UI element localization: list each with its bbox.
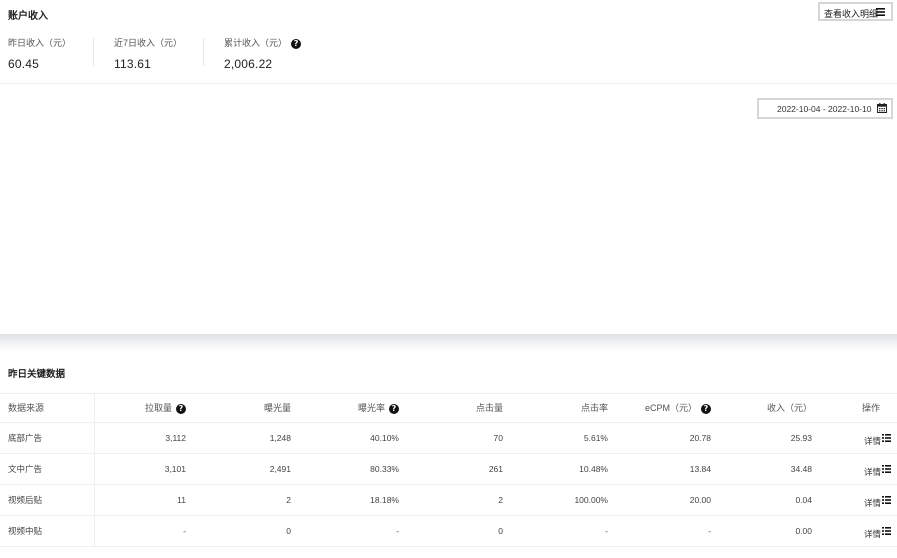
cell-clicks: 2 [403,484,507,516]
stat-label: 累计收入（元） [224,38,288,48]
list-icon [882,464,892,475]
stat-total-income: 累计收入（元）? 2,006.22 [224,36,302,71]
cell-source: 视频后贴 [0,484,95,516]
stat-7day-income: 近7日收入（元） 113.61 [114,36,182,71]
cell-impressions: 1,248 [192,422,297,454]
cell-pull: 3,112 [94,422,192,454]
cell-ecpm: - [612,515,716,547]
date-range-value: 2022-10-04 - 2022-10-10 [777,104,872,114]
list-icon [882,495,892,506]
table-row: 文中广告 3,101 2,491 80.33% 261 10.48% 13.84… [0,453,897,485]
column-header-impressions: 曝光量 [192,394,297,423]
view-income-detail-button[interactable]: 查看收入明细 [818,2,893,21]
column-header-revenue: 收入（元） [716,394,819,423]
cell-impressions: 0 [192,515,297,547]
detail-link[interactable]: 详情 [864,491,892,509]
table-header-row: 数据来源 拉取量? 曝光量 曝光率? 点击量 点击率 eCPM（元）? 收入（元… [0,394,897,423]
cell-ctr: 100.00% [507,484,612,516]
cell-ctr: 5.61% [507,422,612,454]
cell-impression-rate: - [297,515,403,547]
stat-value: 113.61 [114,57,152,71]
cell-source: 视频中贴 [0,515,95,547]
cell-source: 文中广告 [0,453,95,485]
detail-link[interactable]: 详情 [864,460,892,478]
cell-revenue: 25.93 [716,422,819,454]
calendar-icon [877,103,887,115]
list-icon [876,8,885,18]
key-data-table: 数据来源 拉取量? 曝光量 曝光率? 点击量 点击率 eCPM（元）? 收入（元… [0,394,897,547]
question-circle-icon[interactable]: ? [291,39,302,49]
cell-ecpm: 20.78 [612,422,716,454]
cell-pull: - [94,515,192,547]
cell-ecpm: 20.00 [612,484,716,516]
question-circle-icon[interactable]: ? [389,404,399,415]
question-circle-icon[interactable]: ? [176,404,186,415]
account-income-title: 账户收入 [8,11,48,22]
detail-link[interactable]: 详情 [864,522,892,540]
list-icon [882,526,892,537]
view-income-detail-label: 查看收入明细 [824,9,879,19]
column-header-ctr: 点击率 [507,394,612,423]
cell-impressions: 2 [192,484,297,516]
account-income-panel: 账户收入 查看收入明细 昨日收入（元） 60.45 近7日收入（元） 113.6… [0,0,897,84]
stat-yesterday-income: 昨日收入（元） 60.45 [8,36,71,71]
stat-value: 60.45 [8,57,40,71]
cell-revenue: 0.04 [716,484,819,516]
stat-value: 2,006.22 [224,57,273,71]
cell-ctr: 10.48% [507,453,612,485]
cell-impressions: 2,491 [192,453,297,485]
stat-label: 近7日收入（元） [114,38,183,48]
key-data-title: 昨日关键数据 [8,369,66,380]
cell-clicks: 70 [403,422,507,454]
cell-impression-rate: 40.10% [297,422,403,454]
cell-source: 底部广告 [0,422,95,454]
table-row: 底部广告 3,112 1,248 40.10% 70 5.61% 20.78 2… [0,422,897,454]
cell-pull: 11 [94,484,192,516]
cell-revenue: 0.00 [716,515,819,547]
cell-impression-rate: 18.18% [297,484,403,516]
cell-impression-rate: 80.33% [297,453,403,485]
column-header-ecpm: eCPM（元）? [612,394,716,423]
column-header-action: 操作 [819,394,897,423]
list-icon [882,433,892,444]
date-range-picker[interactable]: 2022-10-04 - 2022-10-10 [757,98,893,119]
cell-clicks: 0 [403,515,507,547]
table-row: 视频后贴 11 2 18.18% 2 100.00% 20.00 0.04 详情 [0,484,897,516]
stat-divider [93,38,94,66]
table-row: 视频中贴 - 0 - 0 - - 0.00 详情 [0,515,897,547]
stat-label: 昨日收入（元） [8,38,72,48]
section-separator [0,334,897,352]
question-circle-icon[interactable]: ? [701,404,711,415]
column-header-source: 数据来源 [0,394,95,423]
cell-ecpm: 13.84 [612,453,716,485]
detail-link[interactable]: 详情 [864,429,892,447]
column-header-pull: 拉取量? [94,394,192,423]
stat-divider [203,38,204,66]
cell-revenue: 34.48 [716,453,819,485]
column-header-impression-rate: 曝光率? [297,394,403,423]
cell-pull: 3,101 [94,453,192,485]
column-header-clicks: 点击量 [403,394,507,423]
cell-clicks: 261 [403,453,507,485]
cell-ctr: - [507,515,612,547]
